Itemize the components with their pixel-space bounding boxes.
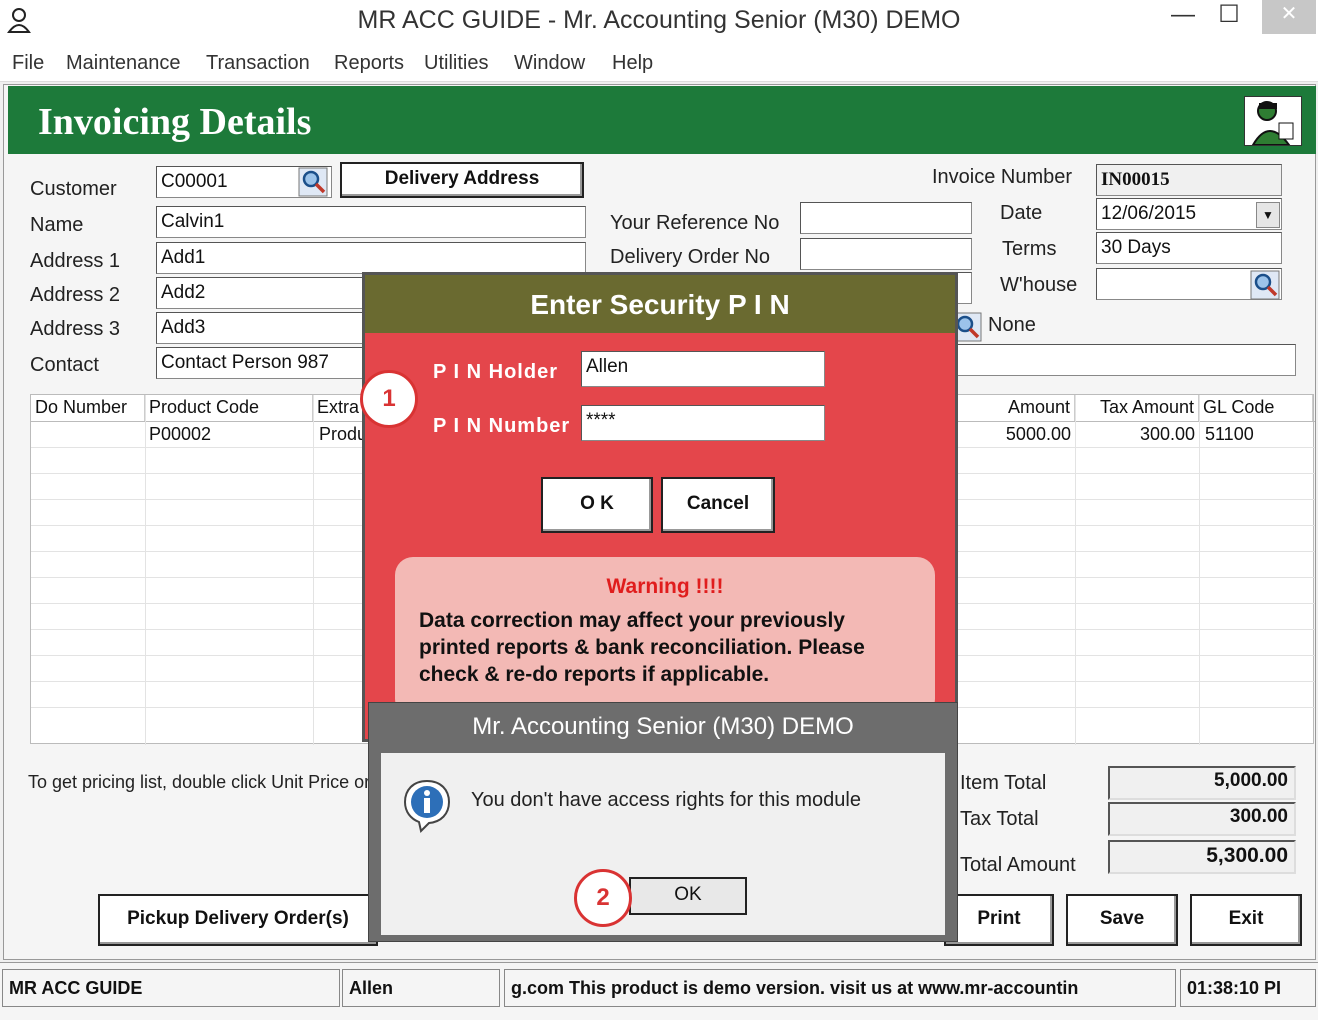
name-label: Name	[30, 214, 84, 236]
menu-transaction[interactable]: Transaction	[206, 52, 310, 75]
cell-amount[interactable]: 5000.00	[951, 424, 1071, 445]
title-bar: MR ACC GUIDE - Mr. Accounting Senior (M3…	[0, 0, 1318, 44]
status-app-name: MR ACC GUIDE	[2, 969, 340, 1007]
col-amount[interactable]: Amount	[951, 395, 1075, 421]
date-dropdown-icon[interactable]: ▼	[1256, 202, 1280, 228]
tax-total-value: 300.00	[1108, 802, 1296, 836]
message-ok-button[interactable]: OK	[629, 877, 747, 915]
customer-label: Customer	[30, 178, 117, 200]
address1-label: Address 1	[30, 250, 121, 272]
pin-dialog-titlebar: Enter Security P I N	[365, 275, 955, 333]
pin-cancel-button[interactable]: Cancel	[661, 477, 775, 533]
whouse-lookup-icon[interactable]	[1250, 270, 1280, 300]
step-marker-1: 1	[360, 370, 418, 428]
exit-button[interactable]: Exit	[1190, 894, 1302, 946]
minimize-button[interactable]: —	[1160, 0, 1206, 34]
cell-product-code[interactable]: P00002	[149, 424, 211, 445]
address3-label: Address 3	[30, 318, 121, 340]
menu-bar: File Maintenance Transaction Reports Uti…	[0, 44, 1318, 82]
col-tax-amount[interactable]: Tax Amount	[1075, 395, 1199, 421]
warning-text: Data correction may affect your previous…	[419, 609, 865, 686]
none-label: None	[988, 314, 1036, 336]
delivery-order-field[interactable]	[800, 238, 972, 270]
close-button[interactable]: ✕	[1262, 0, 1316, 34]
pricing-hint: To get pricing list, double click Unit P…	[28, 772, 368, 792]
print-button[interactable]: Print	[944, 894, 1054, 946]
status-marquee: g.com This product is demo version. visi…	[504, 969, 1176, 1007]
item-total-value: 5,000.00	[1108, 766, 1296, 800]
date-label: Date	[1000, 202, 1043, 224]
menu-utilities[interactable]: Utilities	[424, 52, 488, 75]
total-amount-label: Total Amount	[960, 854, 1076, 876]
address2-label: Address 2	[30, 284, 121, 306]
delivery-address-button[interactable]: Delivery Address	[340, 162, 584, 198]
menu-window[interactable]: Window	[514, 52, 585, 75]
total-amount-value: 5,300.00	[1108, 840, 1296, 874]
security-pin-dialog: Enter Security P I N P I N Holder Allen …	[362, 272, 958, 742]
pin-number-field[interactable]: ****	[581, 405, 825, 441]
pin-dialog-title: Enter Security P I N	[530, 289, 790, 320]
guide-logo-icon	[1244, 96, 1302, 146]
menu-maintenance[interactable]: Maintenance	[66, 52, 181, 75]
info-icon	[403, 779, 451, 833]
tax-total-label: Tax Total	[960, 808, 1039, 830]
invoice-number-field: IN00015	[1096, 164, 1282, 196]
pin-ok-button[interactable]: O K	[541, 477, 653, 533]
name-field[interactable]: Calvin1	[156, 206, 586, 238]
pin-holder-label: P I N Holder	[433, 361, 558, 383]
cell-gl-code[interactable]: 51100	[1205, 424, 1254, 445]
col-do-number[interactable]: Do Number	[31, 395, 145, 421]
message-box-body: You don't have access rights for this mo…	[381, 753, 945, 935]
delivery-order-label: Delivery Order No	[610, 246, 771, 268]
status-user: Allen	[342, 969, 500, 1007]
window-title: MR ACC GUIDE - Mr. Accounting Senior (M3…	[357, 6, 961, 34]
warning-box: Warning !!!! Data correction may affect …	[395, 557, 935, 717]
save-button[interactable]: Save	[1066, 894, 1178, 946]
menu-help[interactable]: Help	[612, 52, 653, 75]
message-box-title: Mr. Accounting Senior (M30) DEMO	[472, 713, 854, 740]
remark-field[interactable]	[956, 344, 1296, 376]
menu-file[interactable]: File	[12, 52, 44, 75]
access-rights-message-box: Mr. Accounting Senior (M30) DEMO You don…	[368, 702, 958, 942]
status-bar: MR ACC GUIDE Allen g.com This product is…	[0, 962, 1318, 1020]
item-total-label: Item Total	[960, 772, 1047, 794]
status-time: 01:38:10 PI	[1180, 969, 1316, 1007]
address1-field[interactable]: Add1	[156, 242, 586, 274]
cell-extra[interactable]: Produ	[319, 424, 367, 445]
your-reference-label: Your Reference No	[610, 212, 780, 234]
page-title: Invoicing Details	[38, 101, 312, 143]
header-band: Invoicing Details	[8, 86, 1316, 154]
customer-lookup-icon[interactable]	[298, 167, 328, 197]
pin-holder-field[interactable]: Allen	[581, 351, 825, 387]
col-gl-code[interactable]: GL Code	[1199, 395, 1313, 421]
warning-title: Warning !!!!	[606, 575, 724, 598]
your-reference-field[interactable]	[800, 202, 972, 234]
step-marker-2: 2	[574, 869, 632, 927]
cell-tax-amount[interactable]: 300.00	[1075, 424, 1195, 445]
terms-field[interactable]: 30 Days	[1096, 232, 1282, 264]
terms-label: Terms	[1002, 238, 1057, 260]
message-text: You don't have access rights for this mo…	[471, 789, 861, 811]
date-field[interactable]: 12/06/2015	[1096, 198, 1282, 230]
whouse-label: W'house	[1000, 274, 1078, 296]
pin-number-label: P I N Number	[433, 415, 571, 437]
col-product-code[interactable]: Product Code	[145, 395, 313, 421]
menu-reports[interactable]: Reports	[334, 52, 404, 75]
maximize-button[interactable]: ☐	[1206, 0, 1252, 34]
invoice-number-label: Invoice Number	[932, 166, 1073, 188]
pickup-delivery-orders-button[interactable]: Pickup Delivery Order(s)	[98, 894, 378, 946]
contact-label: Contact	[30, 354, 99, 376]
